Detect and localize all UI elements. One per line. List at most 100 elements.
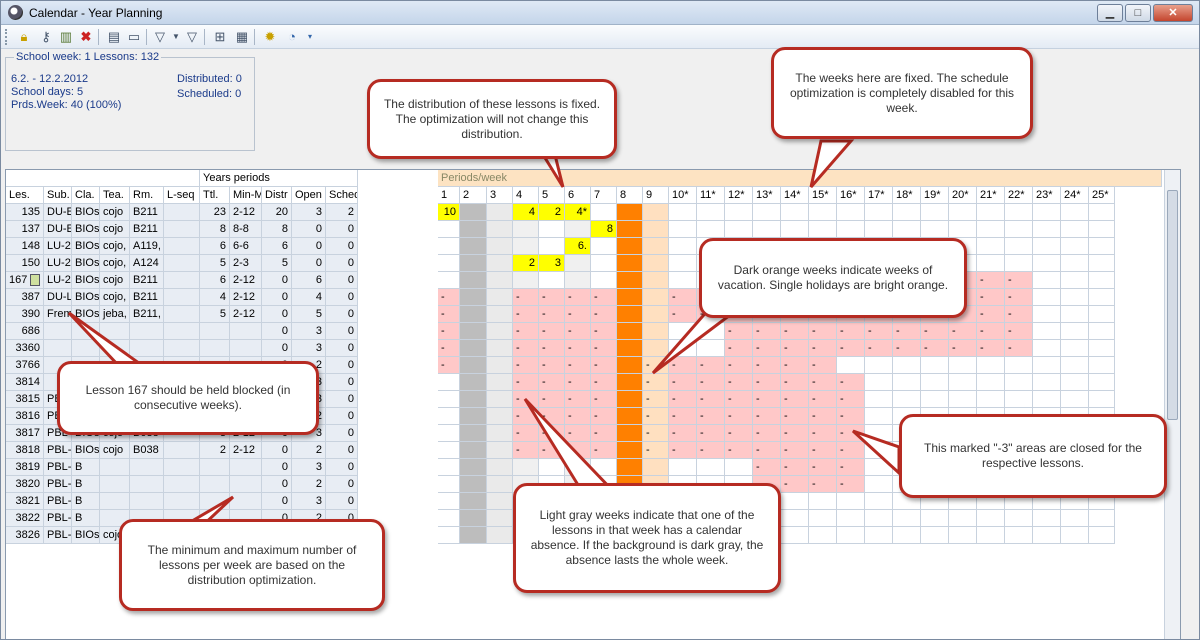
period-cell[interactable]: - — [539, 340, 565, 357]
period-cell[interactable] — [438, 374, 460, 391]
period-cell[interactable] — [617, 306, 643, 323]
week-header[interactable]: 7 — [591, 187, 617, 204]
period-cell[interactable] — [1089, 323, 1115, 340]
period-cell[interactable]: - — [591, 323, 617, 340]
period-cell[interactable]: - — [1005, 289, 1033, 306]
period-cell[interactable] — [1089, 391, 1115, 408]
cell-cla[interactable]: B — [72, 510, 100, 527]
cell-lseq[interactable] — [164, 289, 200, 306]
period-cell[interactable]: - — [725, 323, 753, 340]
period-cell[interactable]: - — [1005, 306, 1033, 323]
period-cell[interactable] — [977, 391, 1005, 408]
period-cell[interactable] — [617, 221, 643, 238]
period-cell[interactable] — [1089, 306, 1115, 323]
cell-rm[interactable] — [130, 323, 164, 340]
period-cell[interactable] — [921, 221, 949, 238]
period-cell[interactable] — [487, 425, 513, 442]
period-cell[interactable] — [781, 204, 809, 221]
period-cell[interactable] — [643, 272, 669, 289]
cell-les[interactable]: 3814 — [6, 374, 44, 391]
cell-lseq[interactable] — [164, 442, 200, 459]
week-header[interactable]: 10* — [669, 187, 697, 204]
period-cell[interactable]: - — [643, 408, 669, 425]
week-header[interactable]: 22* — [1005, 187, 1033, 204]
week-header[interactable]: 19* — [921, 187, 949, 204]
week-header[interactable]: 20* — [949, 187, 977, 204]
cell-tea[interactable]: cojo, i — [100, 238, 130, 255]
period-cell[interactable] — [865, 408, 893, 425]
week-header[interactable]: 9 — [643, 187, 669, 204]
period-cell[interactable] — [1005, 255, 1033, 272]
cell-lseq[interactable] — [164, 204, 200, 221]
period-cell[interactable] — [643, 289, 669, 306]
period-cell[interactable]: - — [753, 340, 781, 357]
period-cell[interactable]: - — [809, 425, 837, 442]
cell-sub[interactable]: PBL-5 — [44, 527, 72, 544]
period-cell[interactable]: - — [565, 442, 591, 459]
period-cell[interactable]: - — [893, 340, 921, 357]
period-cell[interactable]: - — [697, 442, 725, 459]
period-cell[interactable] — [697, 204, 725, 221]
gear-icon[interactable]: ✹ — [261, 28, 279, 46]
period-cell[interactable]: - — [513, 442, 539, 459]
cell-lseq[interactable] — [164, 340, 200, 357]
cell-cla[interactable]: BIOs2 — [72, 272, 100, 289]
period-cell[interactable] — [1033, 238, 1061, 255]
cell-les[interactable]: 3360 — [6, 340, 44, 357]
cell-les[interactable]: 3816 — [6, 408, 44, 425]
period-cell[interactable]: - — [513, 425, 539, 442]
period-cell[interactable]: - — [949, 323, 977, 340]
period-cell[interactable] — [591, 238, 617, 255]
period-cell[interactable] — [487, 374, 513, 391]
period-cell[interactable]: - — [809, 459, 837, 476]
cell-les[interactable]: 150 — [6, 255, 44, 272]
period-cell[interactable] — [591, 204, 617, 221]
cell-lseq[interactable] — [164, 238, 200, 255]
period-cell[interactable]: - — [643, 374, 669, 391]
cell-les[interactable]: 390 — [6, 306, 44, 323]
period-cell[interactable]: - — [565, 340, 591, 357]
period-cell[interactable] — [539, 238, 565, 255]
week-header[interactable]: 14* — [781, 187, 809, 204]
period-cell[interactable]: - — [753, 408, 781, 425]
period-cell[interactable] — [1061, 510, 1089, 527]
period-cell[interactable] — [837, 510, 865, 527]
vertical-scrollbar[interactable] — [1164, 170, 1180, 639]
period-cell[interactable] — [865, 527, 893, 544]
period-cell[interactable] — [487, 306, 513, 323]
period-cell[interactable]: - — [781, 425, 809, 442]
period-cell[interactable]: - — [697, 408, 725, 425]
period-cell[interactable] — [837, 357, 865, 374]
column-header-sub[interactable]: Sub. — [44, 187, 72, 204]
block-icon[interactable]: ▥ — [57, 28, 75, 46]
period-cell[interactable] — [617, 272, 643, 289]
period-cell[interactable]: - — [669, 289, 697, 306]
cell-sub[interactable]: LU-21 — [44, 255, 72, 272]
column-header-les[interactable]: Les. — [6, 187, 44, 204]
period-cell[interactable]: - — [837, 425, 865, 442]
period-cell[interactable]: - — [539, 442, 565, 459]
period-cell[interactable] — [643, 204, 669, 221]
period-cell[interactable] — [697, 323, 725, 340]
period-cell[interactable]: - — [837, 459, 865, 476]
period-cell[interactable] — [1061, 238, 1089, 255]
period-cell[interactable]: 2 — [513, 255, 539, 272]
period-cell[interactable] — [949, 204, 977, 221]
period-cell[interactable] — [697, 459, 725, 476]
key-icon[interactable]: ⚷ — [37, 28, 55, 46]
period-cell[interactable] — [809, 221, 837, 238]
period-cell[interactable]: - — [753, 323, 781, 340]
period-cell[interactable] — [487, 272, 513, 289]
week-header[interactable]: 5 — [539, 187, 565, 204]
filter-clear-icon[interactable]: ▽ — [183, 28, 201, 46]
cell-les[interactable]: 387 — [6, 289, 44, 306]
week-header[interactable]: 17* — [865, 187, 893, 204]
cell-les[interactable]: 3826 — [6, 527, 44, 544]
period-cell[interactable] — [460, 408, 487, 425]
period-cell[interactable] — [460, 238, 487, 255]
period-cell[interactable]: - — [539, 374, 565, 391]
cell-tea[interactable]: jeba, — [100, 306, 130, 323]
period-cell[interactable] — [921, 527, 949, 544]
period-cell[interactable] — [539, 272, 565, 289]
cell-cla[interactable]: BIOs2 — [72, 306, 100, 323]
